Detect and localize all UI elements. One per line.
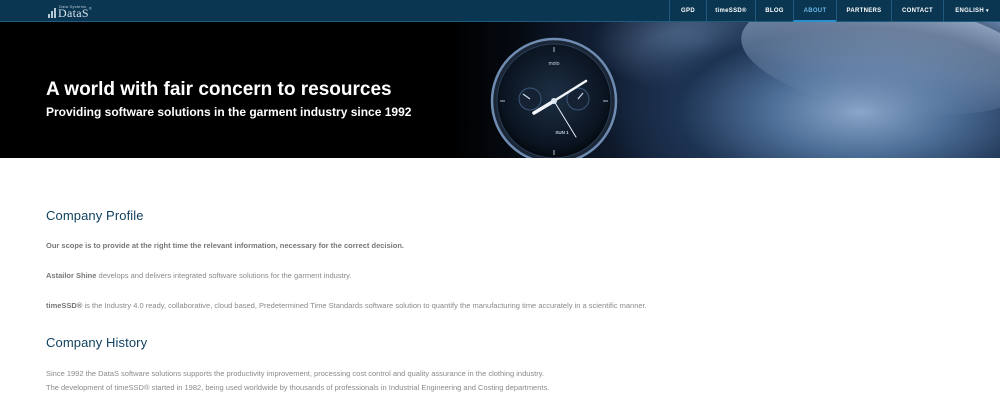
history-line-2: The development of timeSSD® started in 1… — [46, 383, 550, 392]
shine-product-name: Astailor Shine — [46, 271, 97, 280]
nav-item-gpd[interactable]: GPD — [669, 0, 706, 22]
hero-subtitle: Providing software solutions in the garm… — [46, 105, 412, 119]
language-label: ENGLISH — [955, 8, 984, 14]
logo-wordmark: DataS° — [58, 6, 92, 20]
history-line-1: Since 1992 the DataS software solutions … — [46, 369, 545, 378]
nav-item-blog[interactable]: BLOG — [755, 0, 793, 22]
nav-item-contact[interactable]: CONTACT — [891, 0, 943, 22]
nav-item-partners[interactable]: PARTNERS — [836, 0, 891, 22]
logo-bars-icon — [48, 8, 56, 18]
chevron-down-icon: ▾ — [985, 8, 989, 14]
language-selector[interactable]: ENGLISH ▾ — [943, 0, 1000, 22]
profile-timessd-text: timeSSD® is the Industry 4.0 ready, coll… — [46, 301, 647, 310]
datas-logo[interactable]: Data Systems DataS° — [48, 3, 96, 20]
hero-title: A world with fair concern to resources — [46, 79, 392, 100]
profile-scope-text: Our scope is to provide at the right tim… — [46, 241, 405, 250]
profile-shine-text: Astailor Shine develops and delivers int… — [46, 271, 352, 280]
watch-brand-text: moto — [548, 61, 559, 67]
company-profile-heading: Company Profile — [46, 208, 144, 223]
top-navbar: Data Systems DataS° GPD timeSSD® BLOG AB… — [0, 0, 1000, 22]
watch-date-text: SUN 1 — [555, 130, 569, 135]
hero-banner: moto SUN 1 A world with fair concern to … — [0, 22, 1000, 158]
nav-item-about[interactable]: ABOUT — [793, 0, 836, 22]
nav-item-timessd[interactable]: timeSSD® — [706, 0, 755, 22]
company-history-heading: Company History — [46, 335, 148, 350]
smartwatch-image: moto SUN 1 — [490, 37, 618, 158]
main-menu: GPD timeSSD® BLOG ABOUT PARTNERS CONTACT… — [669, 0, 1000, 22]
timessd-product-name: timeSSD® — [46, 301, 83, 310]
